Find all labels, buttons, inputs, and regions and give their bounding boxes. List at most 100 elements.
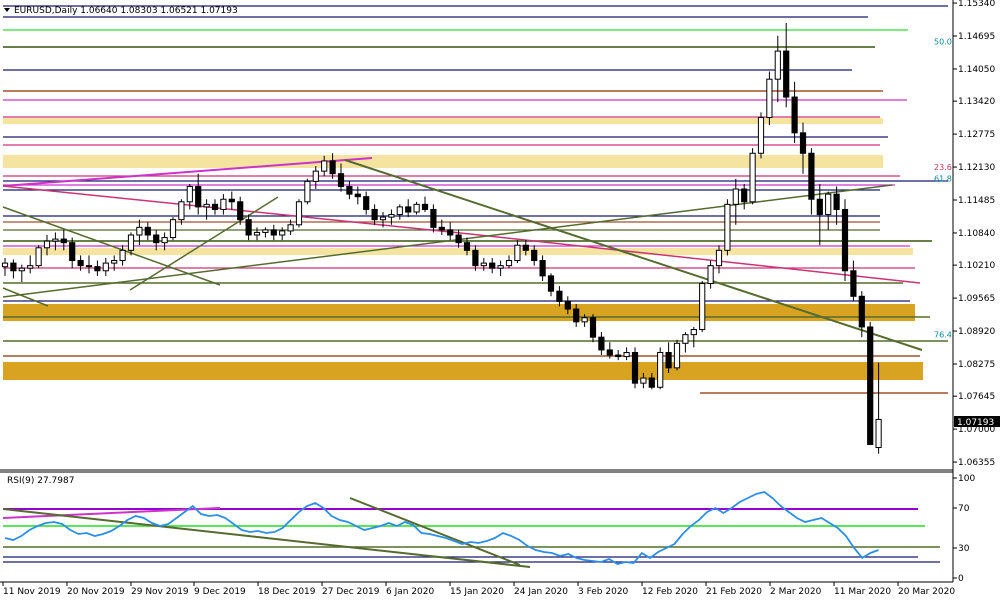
chart-header: EURUSD,Daily 1.06640 1.08303 1.06521 1.0… (14, 6, 238, 16)
resistance-zone (3, 248, 913, 255)
candle-body-bullish (724, 203, 731, 251)
candle-body-bullish (690, 329, 697, 336)
candle (657, 347, 664, 390)
candle-body-bullish (757, 117, 765, 154)
rsi-header: RSI(9) 27.7987 (7, 476, 74, 486)
candle-body-bullish (1, 262, 9, 268)
candle-body-bearish (211, 203, 219, 210)
candle-body-bearish (438, 226, 445, 231)
candle-body-bullish (766, 78, 773, 118)
candle-body-bullish (825, 193, 832, 216)
eurusd-daily-chart[interactable]: 1.15340 1.14695 1.14050 1.13420 1.12775 1.121… (0, 0, 1000, 600)
candle-body-bullish (732, 188, 739, 205)
rsi-tick-label: 100 (958, 474, 975, 484)
price-tick-label: 1.09565 (958, 294, 995, 304)
candle-body-bearish (808, 152, 815, 200)
candle-body-bearish (195, 185, 202, 208)
candle (295, 199, 303, 228)
fib-level-label: 50.0 (934, 37, 952, 46)
candle (867, 321, 874, 445)
candle-body-bearish (741, 188, 748, 203)
candle-body-bearish (531, 249, 538, 262)
candle-body-bullish (505, 260, 513, 267)
candle-body-bearish (867, 326, 874, 445)
candle-body-bearish (472, 249, 479, 267)
candle-body-bearish (10, 262, 17, 272)
price-tick-label: 1.08275 (958, 360, 995, 370)
candle-body-bearish (631, 352, 639, 384)
candle (35, 245, 42, 269)
date-tick-label: 29 Nov 2019 (131, 587, 189, 597)
rsi-tick-label: 70 (958, 504, 970, 514)
candle-body-bearish (245, 219, 252, 236)
candle-body-bullish (262, 229, 269, 233)
candle-body-bearish (858, 295, 865, 328)
candle (757, 112, 765, 159)
candle-body-bullish (127, 234, 135, 251)
candle-body-bullish (413, 203, 420, 213)
price-tick-label: 1.12775 (958, 130, 995, 140)
candle-body-bullish (312, 170, 319, 182)
date-tick-label: 3 Feb 2020 (578, 587, 629, 597)
candle (673, 339, 681, 371)
date-tick-label: 11 Mar 2020 (834, 587, 891, 597)
candle-body-bullish (35, 247, 42, 267)
candle-body-bullish (52, 238, 59, 242)
candle-body-bearish (447, 229, 454, 236)
candle-body-bearish (816, 198, 823, 216)
candle-body-bullish (136, 226, 143, 236)
candle-body-bullish (321, 160, 328, 172)
candle-body-bullish (715, 249, 723, 267)
candle-body-bearish (489, 262, 496, 269)
candle-body-bullish (673, 342, 681, 369)
candle-body-bearish (237, 201, 244, 221)
candle-body-bearish (841, 208, 849, 272)
date-tick-label: 2 Mar 2020 (770, 587, 822, 597)
candle-body-bearish (799, 132, 807, 154)
fib-level-label: 76.4 (934, 331, 952, 340)
candle (169, 217, 177, 241)
price-tick-label: 1.12130 (958, 163, 995, 173)
rsi-tick-label: 30 (958, 544, 970, 554)
candle-body-bullish (581, 317, 588, 323)
candle-body-bearish (833, 193, 840, 210)
candle-body-bullish (623, 352, 630, 358)
date-tick-label: 6 Jan 2020 (386, 587, 434, 597)
candle-body-bearish (228, 198, 235, 203)
candle-body-bullish (657, 352, 664, 388)
candle-body-bearish (77, 260, 84, 267)
candle (631, 347, 639, 389)
date-tick-label: 20 Mar 2020 (898, 587, 955, 597)
candle-body-bullish (161, 237, 168, 244)
current-price-label: 1.07193 (957, 418, 994, 428)
date-tick-label: 11 Nov 2019 (3, 587, 61, 597)
price-tick-label: 1.11485 (958, 196, 995, 206)
candle-body-bullish (178, 201, 185, 221)
candle-body-bullish (379, 216, 387, 221)
candle-body-bearish (564, 300, 571, 310)
candle (699, 280, 706, 333)
candle-body-bearish (363, 196, 370, 210)
fib-level-label: 61.8 (934, 174, 952, 183)
candle-body-bearish (405, 206, 412, 213)
price-tick-label: 1.06355 (958, 458, 995, 468)
candle-body-bullish (396, 206, 403, 216)
candle-body-bearish (463, 242, 471, 251)
supply-zone (3, 304, 915, 321)
candle-body-bearish (665, 352, 672, 369)
candle-body-bullish (640, 377, 647, 384)
date-tick-label: 18 Dec 2019 (258, 587, 316, 597)
candle-body-bullish (279, 230, 286, 236)
candle-body-bearish (522, 244, 529, 251)
candle (724, 199, 731, 256)
candle-body-bearish (371, 208, 378, 221)
candle-body-bullish (102, 262, 109, 272)
candle-body-bearish (791, 96, 798, 134)
price-tick-label: 1.15340 (958, 0, 995, 9)
candle-body-bullish (119, 249, 126, 262)
date-tick-label: 24 Jan 2020 (514, 587, 568, 597)
candle-body-bearish (850, 270, 857, 297)
candle-body-bearish (144, 226, 151, 236)
price-tick-label: 1.10840 (958, 229, 995, 239)
candle-body-bullish (186, 185, 193, 203)
